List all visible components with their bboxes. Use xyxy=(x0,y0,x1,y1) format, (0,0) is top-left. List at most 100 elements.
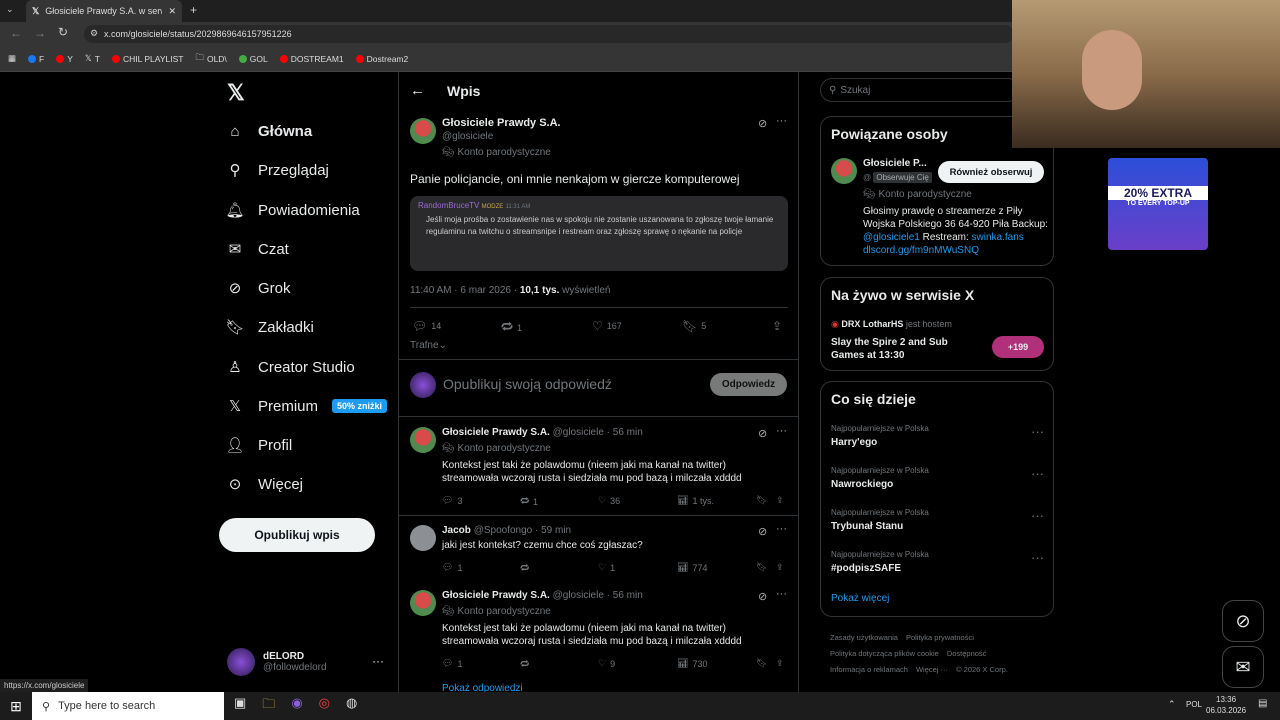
ad-banner[interactable]: 20% EXTRA TO EVERY TOP-UP xyxy=(1108,158,1208,250)
sidebar-item-bookmarks[interactable]: 🔖︎ Zakładki xyxy=(225,312,313,342)
bookmark-icon[interactable]: 🔖︎ xyxy=(756,658,767,669)
views-button[interactable]: 📊︎ 774 xyxy=(677,562,707,573)
taskbar-search[interactable]: ⚲ Type here to search xyxy=(32,692,224,720)
sidebar-item-grok[interactable]: ⊘ Grok xyxy=(226,273,291,303)
reply-header[interactable]: Głosiciele Prawdy S.A. @glosiciele · 56 … xyxy=(442,590,643,601)
browser-tab[interactable]: 𝕏 Głosiciele Prawdy S.A. w serwis ✕ xyxy=(26,0,182,22)
site-info-icon[interactable]: ⚙ xyxy=(90,28,98,39)
bookmark-folder[interactable]: 🗀 OLD\ xyxy=(195,52,226,66)
chrome-icon[interactable]: ◎ xyxy=(319,695,330,717)
embedded-image[interactable]: RandomBruceTV MODZE 11:31 AM Jeśli moja … xyxy=(410,196,788,271)
sidebar-item-profile[interactable]: 👤︎ Profil xyxy=(225,430,292,460)
bookmark-item[interactable]: 𝕏T xyxy=(85,53,100,64)
tab-menu-icon[interactable]: ⌄ xyxy=(6,4,14,15)
account-more-icon[interactable]: ··· xyxy=(372,654,384,668)
share-icon[interactable]: ⇪ xyxy=(776,658,784,669)
grok-icon[interactable]: ⊘ xyxy=(758,590,767,603)
trend-item[interactable]: Najpopularniejsze w Polska #podpiszSAFE xyxy=(831,550,929,574)
more-icon[interactable]: ··· xyxy=(1031,466,1044,481)
more-icon[interactable]: ··· xyxy=(776,588,787,600)
bookmark-item[interactable]: DOSTREAM1 xyxy=(279,54,344,64)
reply-button[interactable]: 💬︎ 1 xyxy=(442,658,462,669)
notification-icon[interactable]: ▤ xyxy=(1258,698,1267,709)
related-name[interactable]: Głosiciele P... xyxy=(863,158,927,169)
more-icon[interactable]: ··· xyxy=(776,523,787,535)
sidebar-item-chat[interactable]: ✉ Czat xyxy=(226,234,289,264)
back-icon[interactable]: ← xyxy=(10,26,22,40)
grok-icon[interactable]: ⊘ xyxy=(758,117,767,130)
live-listeners-badge[interactable]: +199 xyxy=(992,336,1044,358)
avatar[interactable] xyxy=(410,427,436,453)
reply-header[interactable]: Jacob @Spoofongo · 59 min xyxy=(442,525,571,536)
bookmark-item[interactable]: CHIL PLAYLIST xyxy=(111,54,183,64)
views-button[interactable]: 📊︎ 730 xyxy=(677,658,707,669)
close-tab-icon[interactable]: ✕ xyxy=(168,6,176,17)
new-tab-icon[interactable]: + xyxy=(190,3,197,17)
grok-icon[interactable]: ⊘ xyxy=(758,427,767,440)
show-more-link[interactable]: Pokaż więcej xyxy=(831,593,889,604)
follow-back-button[interactable]: Również obserwuj xyxy=(938,161,1044,183)
like-button[interactable]: ♡ 1 xyxy=(598,562,615,573)
reload-icon[interactable]: ↻ xyxy=(58,25,68,39)
file-explorer-icon[interactable]: 🗀 xyxy=(262,695,275,717)
sidebar-item-explore[interactable]: ⚲ Przeglądaj xyxy=(226,155,329,185)
post-button[interactable]: Opublikuj wpis xyxy=(219,518,375,552)
windows-start-icon[interactable]: ⊞ xyxy=(0,698,32,715)
bookmark-item[interactable]: GOL xyxy=(238,54,268,64)
like-button[interactable]: ♡ 9 xyxy=(598,658,615,669)
trend-item[interactable]: Najpopularniejsze w Polska Trybunał Stanu xyxy=(831,508,929,532)
tray-chevron-icon[interactable]: ⌃ xyxy=(1168,699,1176,710)
reply-header[interactable]: Głosiciele Prawdy S.A. @glosiciele · 56 … xyxy=(442,427,643,438)
more-icon[interactable]: ··· xyxy=(776,425,787,437)
bookmark-item[interactable]: Dostream2 xyxy=(355,54,408,64)
bookmark-button[interactable]: 🔖︎ 5 xyxy=(682,319,706,333)
bookmark-icon[interactable]: 🔖︎ xyxy=(756,495,767,506)
share-icon[interactable]: ⇪ xyxy=(776,562,784,573)
trend-item[interactable]: Najpopularniejsze w Polska Nawrockiego xyxy=(831,466,929,490)
reply-input[interactable]: Opublikuj swoją odpowiedź xyxy=(443,376,612,392)
language-indicator[interactable]: POL xyxy=(1186,700,1202,709)
grok-icon[interactable]: ⊘ xyxy=(1222,600,1264,642)
live-title[interactable]: Slay the Spire 2 and Sub Games at 13:30 xyxy=(831,336,981,362)
reply-button[interactable]: 💬︎ 3 xyxy=(442,495,462,506)
like-button[interactable]: ♡ 36 xyxy=(598,495,620,506)
repost-button[interactable]: 🔁︎ xyxy=(520,562,529,575)
post-handle[interactable]: @glosiciele xyxy=(442,131,493,142)
bookmark-item[interactable]: Y xyxy=(56,54,73,64)
account-switcher[interactable]: dELORD @followdelord xyxy=(227,648,327,676)
like-button[interactable]: ♡ 167 xyxy=(592,319,622,333)
grok-icon[interactable]: ⊘ xyxy=(758,525,767,538)
post-author[interactable]: Głosiciele Prawdy S.A. xyxy=(442,117,561,129)
more-icon[interactable]: ··· xyxy=(776,115,787,127)
more-icon[interactable]: ··· xyxy=(1031,550,1044,565)
back-arrow-icon[interactable]: ← xyxy=(410,82,425,99)
apps-icon[interactable]: ▦ xyxy=(8,53,16,64)
sidebar-item-more[interactable]: ⊙ Więcej xyxy=(226,469,303,499)
share-icon[interactable]: ⇪ xyxy=(772,319,782,333)
sort-dropdown[interactable]: Trafne⌄ xyxy=(410,340,447,351)
task-view-icon[interactable]: ▣ xyxy=(234,695,246,717)
live-host[interactable]: ◉ DRX LotharHS jest hostem xyxy=(831,319,952,330)
sidebar-item-creator-studio[interactable]: ♙ Creator Studio xyxy=(226,352,354,382)
repost-button[interactable]: 🔁︎ 1 xyxy=(520,495,538,508)
x-logo-icon[interactable]: 𝕏 xyxy=(227,80,245,106)
more-icon[interactable]: ··· xyxy=(1031,508,1044,523)
search-input[interactable]: ⚲ Szukaj xyxy=(820,78,1020,102)
avatar[interactable] xyxy=(410,118,436,144)
avatar[interactable] xyxy=(410,590,436,616)
app-icon[interactable]: ◍ xyxy=(346,695,357,717)
avatar[interactable] xyxy=(831,158,857,184)
trend-item[interactable]: Najpopularniejsze w Polska Harry'ego xyxy=(831,424,929,448)
repost-button[interactable]: 🔁︎ xyxy=(520,658,529,671)
bookmark-item[interactable]: F xyxy=(28,54,44,64)
sidebar-item-notifications[interactable]: 🔔︎ Powiadomienia xyxy=(225,195,359,225)
reply-submit-button[interactable]: Odpowiedz xyxy=(710,373,787,396)
sidebar-item-premium[interactable]: 𝕏 Premium 50% zniżki xyxy=(226,391,388,421)
share-icon[interactable]: ⇪ xyxy=(776,495,784,506)
sidebar-item-home[interactable]: ⌂ Główna xyxy=(226,116,312,146)
repost-button[interactable]: 🔁︎ 1 xyxy=(501,319,522,336)
forward-icon[interactable]: → xyxy=(34,26,46,40)
reply-button[interactable]: 💬︎ 14 xyxy=(412,319,441,333)
messages-icon[interactable]: ✉ xyxy=(1222,646,1264,688)
bookmark-icon[interactable]: 🔖︎ xyxy=(756,562,767,573)
